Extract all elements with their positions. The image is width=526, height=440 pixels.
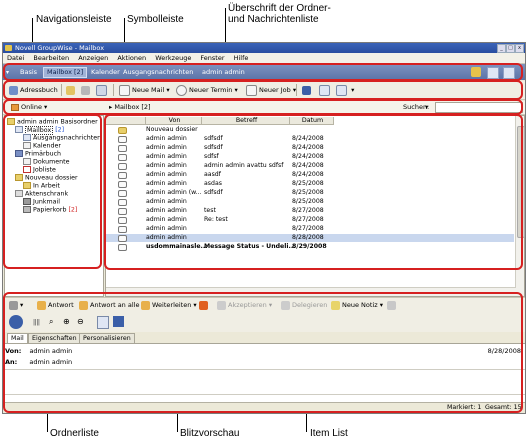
highlight-toolbar <box>3 80 523 100</box>
close-button[interactable]: x <box>515 44 524 53</box>
highlight-folder-list <box>3 114 102 269</box>
app-icon <box>5 45 12 51</box>
title-bar: Novell GroupWise - Mailbox _ □ x <box>3 43 525 53</box>
menu-aktionen[interactable]: Aktionen <box>117 54 146 62</box>
highlight-item-list <box>104 114 523 270</box>
callout-item-list: Item List <box>310 428 348 439</box>
callout-symbolleiste: Symbolleiste <box>127 14 184 25</box>
minimize-button[interactable]: _ <box>497 44 506 53</box>
maximize-button[interactable]: □ <box>506 44 515 53</box>
callout-ueberschrift-line1: Überschrift der Ordner- <box>228 3 331 14</box>
callout-blitzvorschau: Blitzvorschau <box>180 428 240 439</box>
menu-hilfe[interactable]: Hilfe <box>234 54 249 62</box>
menu-fenster[interactable]: Fenster <box>200 54 224 62</box>
window-title: Novell GroupWise - Mailbox <box>15 44 105 52</box>
callout-ueberschrift-line2: und Nachrichtenliste <box>228 14 319 25</box>
highlight-folder-header <box>3 99 523 115</box>
callout-ordnerliste: Ordnerliste <box>50 428 99 439</box>
menu-bearbeiten[interactable]: Bearbeiten <box>33 54 69 62</box>
menu-datei[interactable]: Datei <box>7 54 24 62</box>
menu-werkzeuge[interactable]: Werkzeuge <box>155 54 191 62</box>
leader-preview <box>177 412 178 432</box>
highlight-navigation-bar <box>3 63 523 81</box>
menu-anzeigen[interactable]: Anzeigen <box>78 54 108 62</box>
highlight-quick-viewer <box>3 292 523 413</box>
callout-navigationsleiste: Navigationsleiste <box>36 14 112 25</box>
